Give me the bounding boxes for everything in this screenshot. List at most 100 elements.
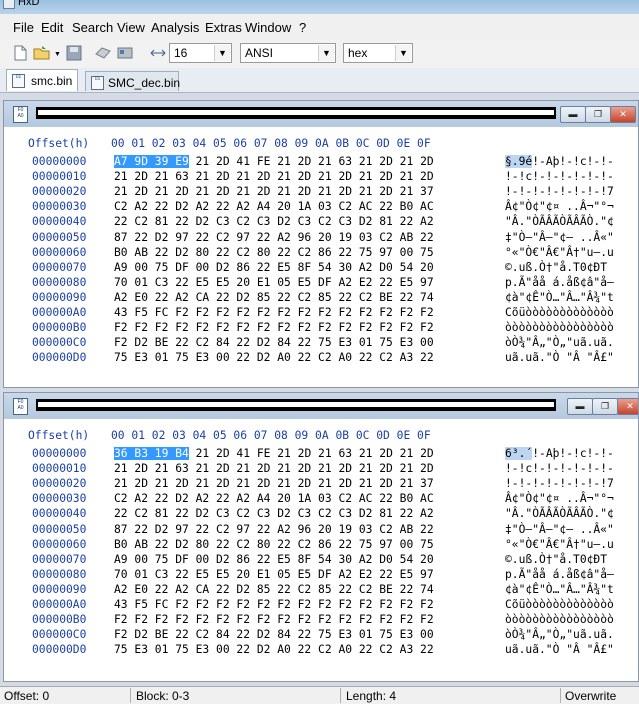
minimize-button[interactable]: ▬ <box>567 398 593 415</box>
tab-smc-dec-bin[interactable]: 01 SMC_dec.bin <box>85 71 180 91</box>
byte-values[interactable]: 43 F5 FC F2 F2 F2 F2 F2 F2 F2 F2 F2 F2 F… <box>114 306 434 319</box>
chevron-down-icon[interactable]: ▼ <box>318 45 334 61</box>
row-bytes[interactable]: A9 00 75 DF 00 D2 86 22 E5 8F 54 30 A2 D… <box>114 552 434 567</box>
save-icon[interactable] <box>65 44 83 62</box>
row-bytes[interactable]: 21 2D 21 63 21 2D 21 2D 21 2D 21 2D 21 2… <box>114 461 434 476</box>
row-ascii[interactable]: !-!c!-!-!-!-!-!- <box>505 461 614 476</box>
ascii-text[interactable]: ¢à"¢Ê"Ò…"Â…"Â¾"t <box>505 291 614 304</box>
row-bytes[interactable]: 36 B3 19 B4 21 2D 41 FE 21 2D 21 63 21 2… <box>114 446 434 461</box>
row-bytes[interactable]: 43 F5 FC F2 F2 F2 F2 F2 F2 F2 F2 F2 F2 F… <box>114 597 434 612</box>
hex-row[interactable]: 00000060 B0 AB 22 D2 80 22 C2 80 22 C2 86… <box>4 537 638 552</box>
row-ascii[interactable]: §.9é!-Aþ!-!c!-!- <box>505 154 614 169</box>
byte-values[interactable]: 21 2D 21 2D 21 2D 21 2D 21 2D 21 2D 21 2… <box>114 477 434 490</box>
selected-ascii[interactable]: 6³.´ <box>505 447 533 460</box>
ascii-text[interactable]: ‡"Ò—"Â—"¢– ..Â«" <box>505 231 614 244</box>
byte-values[interactable]: F2 D2 BE 22 C2 84 22 D2 84 22 75 E3 01 7… <box>114 336 434 349</box>
menu-search[interactable]: Search <box>72 20 113 35</box>
byte-values[interactable]: 22 C2 81 22 D2 C3 C2 C3 D2 C3 C2 C3 D2 8… <box>114 507 434 520</box>
menu-help[interactable]: ? <box>299 20 306 35</box>
row-ascii[interactable]: uã.uã."Ò "Â "Â£" <box>505 350 614 365</box>
row-ascii[interactable]: ©.uß.Ò†"å.T0¢ÐT <box>505 552 614 567</box>
row-bytes[interactable]: F2 D2 BE 22 C2 84 22 D2 84 22 75 E3 01 7… <box>114 335 434 350</box>
row-ascii[interactable]: °«"Ò€"Â€"Â†"u—.u <box>505 245 614 260</box>
row-bytes[interactable]: F2 D2 BE 22 C2 84 22 D2 84 22 75 E3 01 7… <box>114 627 434 642</box>
ascii-text[interactable]: Â¢"Ò¢"¢¤ ..Â¬"°¬ <box>505 492 614 505</box>
row-bytes[interactable]: C2 A2 22 D2 A2 22 A2 A4 20 1A 03 C2 AC 2… <box>114 199 434 214</box>
byte-values[interactable]: 87 22 D2 97 22 C2 97 22 A2 96 20 19 03 C… <box>114 231 434 244</box>
row-bytes[interactable]: 70 01 C3 22 E5 E5 20 E1 05 E5 DF A2 E2 2… <box>114 567 434 582</box>
hex-row[interactable]: 00000090 A2 E0 22 A2 CA 22 D2 85 22 C2 85… <box>4 582 638 597</box>
row-ascii[interactable]: òÒ¾"Â„"Ò„"uã.uã. <box>505 627 614 642</box>
row-bytes[interactable]: 75 E3 01 75 E3 00 22 D2 A0 22 C2 A0 22 C… <box>114 642 434 657</box>
close-button[interactable]: ✕ <box>617 398 638 415</box>
row-bytes[interactable]: 22 C2 81 22 D2 C3 C2 C3 D2 C3 C2 C3 D2 8… <box>114 506 434 521</box>
ascii-text[interactable]: °«"Ò€"Â€"Â†"u—.u <box>505 538 614 551</box>
ascii-text[interactable]: "Â."ÒÃÂÃÒÃÂÃÒ."¢ <box>505 215 614 228</box>
byte-values[interactable]: 21 2D 21 63 21 2D 21 2D 21 2D 21 2D 21 2… <box>114 462 434 475</box>
byte-values[interactable]: 87 22 D2 97 22 C2 97 22 A2 96 20 19 03 C… <box>114 523 434 536</box>
byte-values[interactable]: 70 01 C3 22 E5 E5 20 E1 05 E5 DF A2 E2 2… <box>114 568 434 581</box>
ascii-text[interactable]: !-!c!-!-!-!-!-!- <box>505 170 614 183</box>
hex-row[interactable]: 00000070 A9 00 75 DF 00 D2 86 22 E5 8F 54… <box>4 260 638 275</box>
hex-row[interactable]: 000000B0 F2 F2 F2 F2 F2 F2 F2 F2 F2 F2 F2… <box>4 320 638 335</box>
row-bytes[interactable]: F2 F2 F2 F2 F2 F2 F2 F2 F2 F2 F2 F2 F2 F… <box>114 612 434 627</box>
byte-values[interactable]: F2 F2 F2 F2 F2 F2 F2 F2 F2 F2 F2 F2 F2 F… <box>114 321 434 334</box>
row-ascii[interactable]: Â¢"Ò¢"¢¤ ..Â¬"°¬ <box>505 491 614 506</box>
hex-row[interactable]: 00000080 70 01 C3 22 E5 E5 20 E1 05 E5 DF… <box>4 275 638 290</box>
selected-ascii[interactable]: §.9é <box>505 155 533 168</box>
status-mode[interactable]: Overwrite <box>565 689 616 703</box>
byte-values[interactable]: 43 F5 FC F2 F2 F2 F2 F2 F2 F2 F2 F2 F2 F… <box>114 598 434 611</box>
menu-analysis[interactable]: Analysis <box>151 20 199 35</box>
ascii-text[interactable]: Â¢"Ò¢"¢¤ ..Â¬"°¬ <box>505 200 614 213</box>
hex-row[interactable]: 00000010 21 2D 21 63 21 2D 21 2D 21 2D 21… <box>4 169 638 184</box>
selected-bytes[interactable]: A7 9D 39 E9 <box>114 155 189 168</box>
row-bytes[interactable]: A7 9D 39 E9 21 2D 41 FE 21 2D 21 63 21 2… <box>114 154 434 169</box>
row-ascii[interactable]: !-!-!-!-!-!-!-!7 <box>505 476 614 491</box>
ascii-text[interactable]: ¢à"¢Ê"Ò…"Â…"Â¾"t <box>505 583 614 596</box>
row-ascii[interactable]: 6³.´!-Aþ!-!c!-!- <box>505 446 614 461</box>
row-ascii[interactable]: !-!c!-!-!-!-!-!- <box>505 169 614 184</box>
row-ascii[interactable]: p.Ã"åå á.åß¢â"å— <box>505 567 614 582</box>
hex-row[interactable]: 00000040 22 C2 81 22 D2 C3 C2 C3 D2 C3 C2… <box>4 214 638 229</box>
byte-values[interactable]: C2 A2 22 D2 A2 22 A2 A4 20 1A 03 C2 AC 2… <box>114 200 434 213</box>
close-button[interactable]: ✕ <box>610 106 636 123</box>
row-ascii[interactable]: "Â."ÒÃÂÃÒÃÂÃÒ."¢ <box>505 506 614 521</box>
row-ascii[interactable]: òòòòòòòòòòòòòòòò <box>505 320 614 335</box>
row-bytes[interactable]: 22 C2 81 22 D2 C3 C2 C3 D2 C3 C2 C3 D2 8… <box>114 214 434 229</box>
menu-file[interactable]: File <box>13 20 34 35</box>
new-file-icon[interactable] <box>11 44 29 62</box>
hex-row[interactable]: 00000000 A7 9D 39 E9 21 2D 41 FE 21 2D 21… <box>4 154 638 169</box>
byte-values[interactable]: 21 2D 21 2D 21 2D 21 2D 21 2D 21 2D 21 2… <box>114 185 434 198</box>
hex-row[interactable]: 00000010 21 2D 21 63 21 2D 21 2D 21 2D 21… <box>4 461 638 476</box>
byte-values[interactable]: 21 2D 41 FE 21 2D 21 63 21 2D 21 2D <box>189 155 434 168</box>
row-ascii[interactable]: ‡"Ò—"Â—"¢– ..Â«" <box>505 230 614 245</box>
tab-smc-bin[interactable]: 01 smc.bin <box>6 69 78 91</box>
byte-values[interactable]: A2 E0 22 A2 CA 22 D2 85 22 C2 85 22 C2 B… <box>114 291 434 304</box>
ascii-text[interactable]: ©.uß.Ò†"å.T0¢ÐT <box>505 261 614 274</box>
chevron-down-icon[interactable]: ▼ <box>214 45 230 61</box>
ascii-text[interactable]: ©.uß.Ò†"å.T0¢ÐT <box>505 553 614 566</box>
open-folder-icon[interactable] <box>33 44 51 62</box>
row-bytes[interactable]: 70 01 C3 22 E5 E5 20 E1 05 E5 DF A2 E2 2… <box>114 275 434 290</box>
ascii-text[interactable]: "Â."ÒÃÂÃÒÃÂÃÒ."¢ <box>505 507 614 520</box>
ascii-text[interactable]: p.Ã"åå á.åß¢â"å— <box>505 276 614 289</box>
row-bytes[interactable]: 21 2D 21 2D 21 2D 21 2D 21 2D 21 2D 21 2… <box>114 476 434 491</box>
byte-values[interactable]: 75 E3 01 75 E3 00 22 D2 A0 22 C2 A0 22 C… <box>114 643 434 656</box>
hex-row[interactable]: 000000D0 75 E3 01 75 E3 00 22 D2 A0 22 C2… <box>4 642 638 657</box>
row-bytes[interactable]: C2 A2 22 D2 A2 22 A2 A4 20 1A 03 C2 AC 2… <box>114 491 434 506</box>
byte-values[interactable]: 75 E3 01 75 E3 00 22 D2 A0 22 C2 A0 22 C… <box>114 351 434 364</box>
hex-row[interactable]: 000000A0 43 F5 FC F2 F2 F2 F2 F2 F2 F2 F2… <box>4 305 638 320</box>
ascii-text[interactable]: ‡"Ò—"Â—"¢– ..Â«" <box>505 523 614 536</box>
byte-values[interactable]: A9 00 75 DF 00 D2 86 22 E5 8F 54 30 A2 D… <box>114 261 434 274</box>
row-ascii[interactable]: òÒ¾"Â„"Ò„"uã.uã. <box>505 335 614 350</box>
ascii-text[interactable]: òòòòòòòòòòòòòòòò <box>505 613 614 626</box>
hex-row[interactable]: 000000C0 F2 D2 BE 22 C2 84 22 D2 84 22 75… <box>4 627 638 642</box>
hex-row[interactable]: 000000B0 F2 F2 F2 F2 F2 F2 F2 F2 F2 F2 F2… <box>4 612 638 627</box>
ascii-text[interactable]: !-!c!-!-!-!-!-!- <box>505 462 614 475</box>
restore-button[interactable]: ❐ <box>592 398 618 415</box>
ascii-text[interactable]: òÒ¾"Â„"Ò„"uã.uã. <box>505 336 614 349</box>
ascii-text[interactable]: Cõüòòòòòòòòòòòòò <box>505 306 614 319</box>
ascii-text[interactable]: Cõüòòòòòòòòòòòòò <box>505 598 614 611</box>
row-ascii[interactable]: !-!-!-!-!-!-!-!7 <box>505 184 614 199</box>
row-bytes[interactable]: 87 22 D2 97 22 C2 97 22 A2 96 20 19 03 C… <box>114 522 434 537</box>
